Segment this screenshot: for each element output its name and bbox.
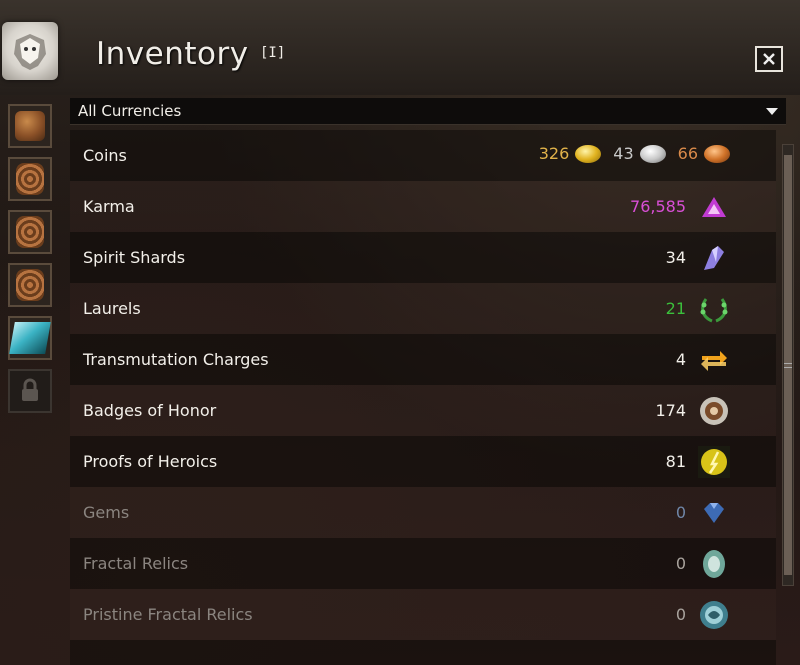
currency-amount: 174 xyxy=(655,401,686,420)
currency-name: Proofs of Heroics xyxy=(83,452,218,471)
gem-icon xyxy=(704,503,724,523)
spirit-shard-icon xyxy=(704,246,724,270)
tab-crystal-bag[interactable] xyxy=(8,316,52,360)
backpack-icon xyxy=(15,111,45,141)
scrollbar-grip-icon xyxy=(784,363,792,368)
currency-name: Transmutation Charges xyxy=(83,350,269,369)
close-icon xyxy=(763,53,775,65)
currency-row-fractal-relics: Fractal Relics 0 xyxy=(70,538,776,589)
currency-row-karma: Karma 76,585 xyxy=(70,181,776,232)
gold-coin-icon xyxy=(575,144,602,163)
bag-icon xyxy=(16,163,44,195)
pristine-fractal-relic-icon xyxy=(700,601,728,629)
currency-row-spirit-shards: Spirit Shards 34 xyxy=(70,232,776,283)
currency-amount: 0 xyxy=(675,503,686,522)
dropdown-selected-value: All Currencies xyxy=(78,102,182,120)
scrollbar[interactable] xyxy=(782,144,794,586)
currency-filter-dropdown[interactable]: All Currencies xyxy=(70,98,786,125)
currency-name: Pristine Fractal Relics xyxy=(83,605,253,624)
currency-row-coins: Coins 326 43 66 xyxy=(70,130,776,181)
currency-row-pristine-fractal-relics: Pristine Fractal Relics 0 xyxy=(70,589,776,640)
currency-amount: 76,585 xyxy=(630,197,686,216)
tab-bag-1[interactable] xyxy=(8,157,52,201)
currency-row-laurels: Laurels 21 xyxy=(70,283,776,334)
crystal-bag-icon xyxy=(9,322,51,354)
copper-amount: 66 xyxy=(677,144,698,163)
close-button[interactable] xyxy=(755,46,783,72)
currency-row-badges-of-honor: Badges of Honor 174 xyxy=(70,385,776,436)
currency-amount: 0 xyxy=(675,605,686,624)
currency-amount: 0 xyxy=(675,554,686,573)
currency-name: Laurels xyxy=(83,299,141,318)
currency-amount: 21 xyxy=(665,299,686,318)
window-title: Inventory xyxy=(96,36,249,72)
gold-amount: 326 xyxy=(538,144,570,163)
silver-coin-icon xyxy=(639,144,666,163)
bag-icon xyxy=(16,269,44,301)
currency-amount: 34 xyxy=(665,248,686,267)
currency-name: Badges of Honor xyxy=(83,401,217,420)
proof-of-heroics-icon xyxy=(698,446,730,478)
currency-name: Coins xyxy=(83,146,127,165)
window-header: Inventory [I] xyxy=(0,0,800,95)
copper-coin-icon xyxy=(704,144,730,163)
fractal-relic-icon xyxy=(703,550,725,578)
tab-bag-2[interactable] xyxy=(8,210,52,254)
currency-name: Spirit Shards xyxy=(83,248,186,267)
currency-name: Karma xyxy=(83,197,135,216)
currency-name: Fractal Relics xyxy=(83,554,189,573)
currency-row-transmutation-charges: Transmutation Charges 4 xyxy=(70,334,776,385)
tab-locked[interactable] xyxy=(8,369,52,413)
inventory-tabs xyxy=(8,104,56,422)
hotkey-label: [I] xyxy=(260,45,286,61)
bag-icon xyxy=(16,216,44,248)
coin-amounts: 326 43 66 xyxy=(539,144,730,163)
currency-row-partial xyxy=(70,640,776,665)
karma-icon xyxy=(702,197,726,217)
laurel-icon xyxy=(700,298,728,323)
currency-amount: 81 xyxy=(665,452,686,471)
lock-icon xyxy=(22,378,38,401)
currency-name: Gems xyxy=(83,503,130,522)
tab-backpack[interactable] xyxy=(8,104,52,148)
silver-amount: 43 xyxy=(613,144,634,163)
tab-bag-3[interactable] xyxy=(8,263,52,307)
badge-of-honor-icon xyxy=(700,397,728,425)
inventory-emblem-icon xyxy=(2,22,58,80)
currency-row-proofs-of-heroics: Proofs of Heroics 81 xyxy=(70,436,776,487)
chevron-down-icon xyxy=(766,108,778,115)
currency-list: Coins 326 43 66 Karma 76,585 Spirit Shar… xyxy=(70,130,776,665)
currency-row-gems: Gems 0 xyxy=(70,487,776,538)
transmutation-icon xyxy=(701,351,727,371)
currency-amount: 4 xyxy=(675,350,686,369)
